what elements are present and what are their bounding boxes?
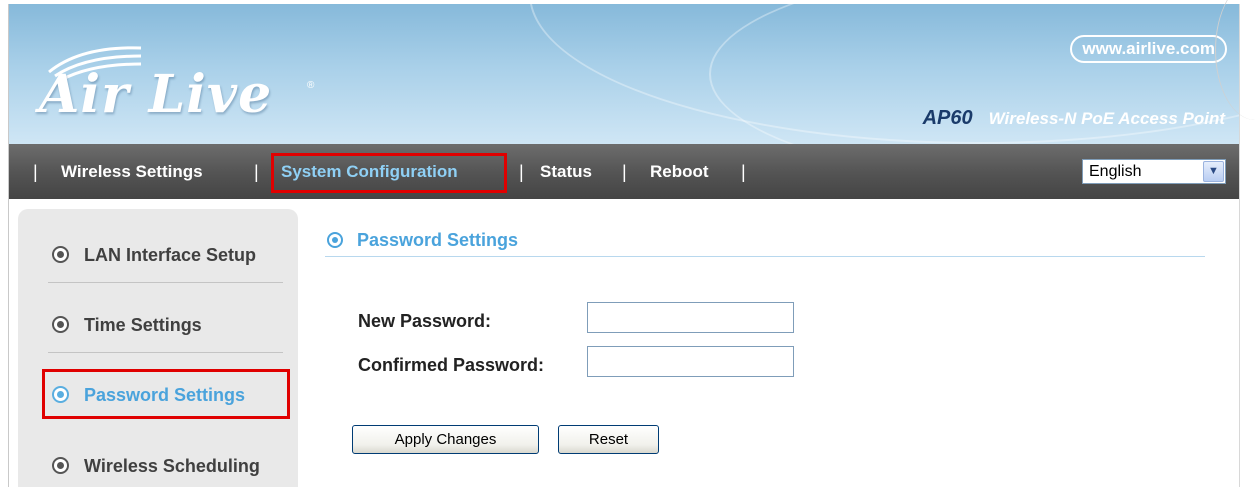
sidebar-item-lan-interface-setup[interactable]: LAN Interface Setup — [18, 235, 298, 275]
model-title: AP60 Wireless-N PoE Access Point — [923, 107, 1225, 130]
title-divider — [325, 256, 1205, 257]
nav-item-status[interactable]: Status — [540, 162, 592, 182]
language-select-value: English — [1089, 163, 1142, 180]
page-title-text: Password Settings — [357, 230, 519, 250]
nav-item-wireless-settings[interactable]: Wireless Settings — [61, 162, 203, 182]
nav-item-reboot[interactable]: Reboot — [650, 162, 709, 182]
nav-separator: | — [741, 162, 746, 182]
nav-separator: | — [33, 162, 38, 182]
site-url-badge: www.airlive.com — [1070, 35, 1227, 63]
reset-button[interactable]: Reset — [558, 425, 659, 454]
page-title: Password Settings — [327, 230, 518, 251]
highlight-box-sidebar — [42, 369, 290, 419]
sidebar-item-label: LAN Interface Setup — [84, 245, 257, 265]
radio-bullet-icon — [52, 457, 69, 474]
language-select[interactable]: English ▼ — [1082, 159, 1226, 184]
chevron-down-icon[interactable]: ▼ — [1203, 161, 1224, 182]
airlive-logo: Air Live — [39, 64, 273, 125]
radio-bullet-icon — [52, 246, 69, 263]
apply-changes-button[interactable]: Apply Changes — [352, 425, 539, 454]
sidebar-divider — [48, 352, 283, 353]
sidebar: LAN Interface Setup Time Settings Passwo… — [18, 209, 298, 487]
registered-mark: ® — [307, 80, 315, 91]
model-description: Wireless-N PoE Access Point — [988, 109, 1225, 128]
model-name: AP60 — [922, 107, 973, 129]
sidebar-item-label: Time Settings — [84, 315, 202, 335]
header-banner: Air Live ® www.airlive.com AP60 Wireless-… — [9, 4, 1239, 144]
top-navbar: | Wireless Settings | System Configurati… — [9, 144, 1239, 199]
page-frame: Air Live ® www.airlive.com AP60 Wireless-… — [8, 4, 1240, 487]
confirmed-password-label: Confirmed Password: — [358, 355, 545, 375]
sidebar-item-label: Wireless Scheduling — [84, 456, 260, 476]
sidebar-divider — [48, 282, 283, 283]
nav-separator: | — [519, 162, 524, 182]
nav-separator: | — [622, 162, 627, 182]
sidebar-item-wireless-scheduling[interactable]: Wireless Scheduling — [18, 446, 298, 486]
new-password-field[interactable] — [587, 302, 794, 333]
sidebar-item-time-settings[interactable]: Time Settings — [18, 305, 298, 345]
highlight-box-nav — [271, 153, 507, 193]
radio-bullet-icon — [52, 316, 69, 333]
radio-bullet-icon — [327, 232, 343, 248]
new-password-label: New Password: — [358, 311, 492, 331]
confirmed-password-field[interactable] — [587, 346, 794, 377]
nav-separator: | — [254, 162, 259, 182]
